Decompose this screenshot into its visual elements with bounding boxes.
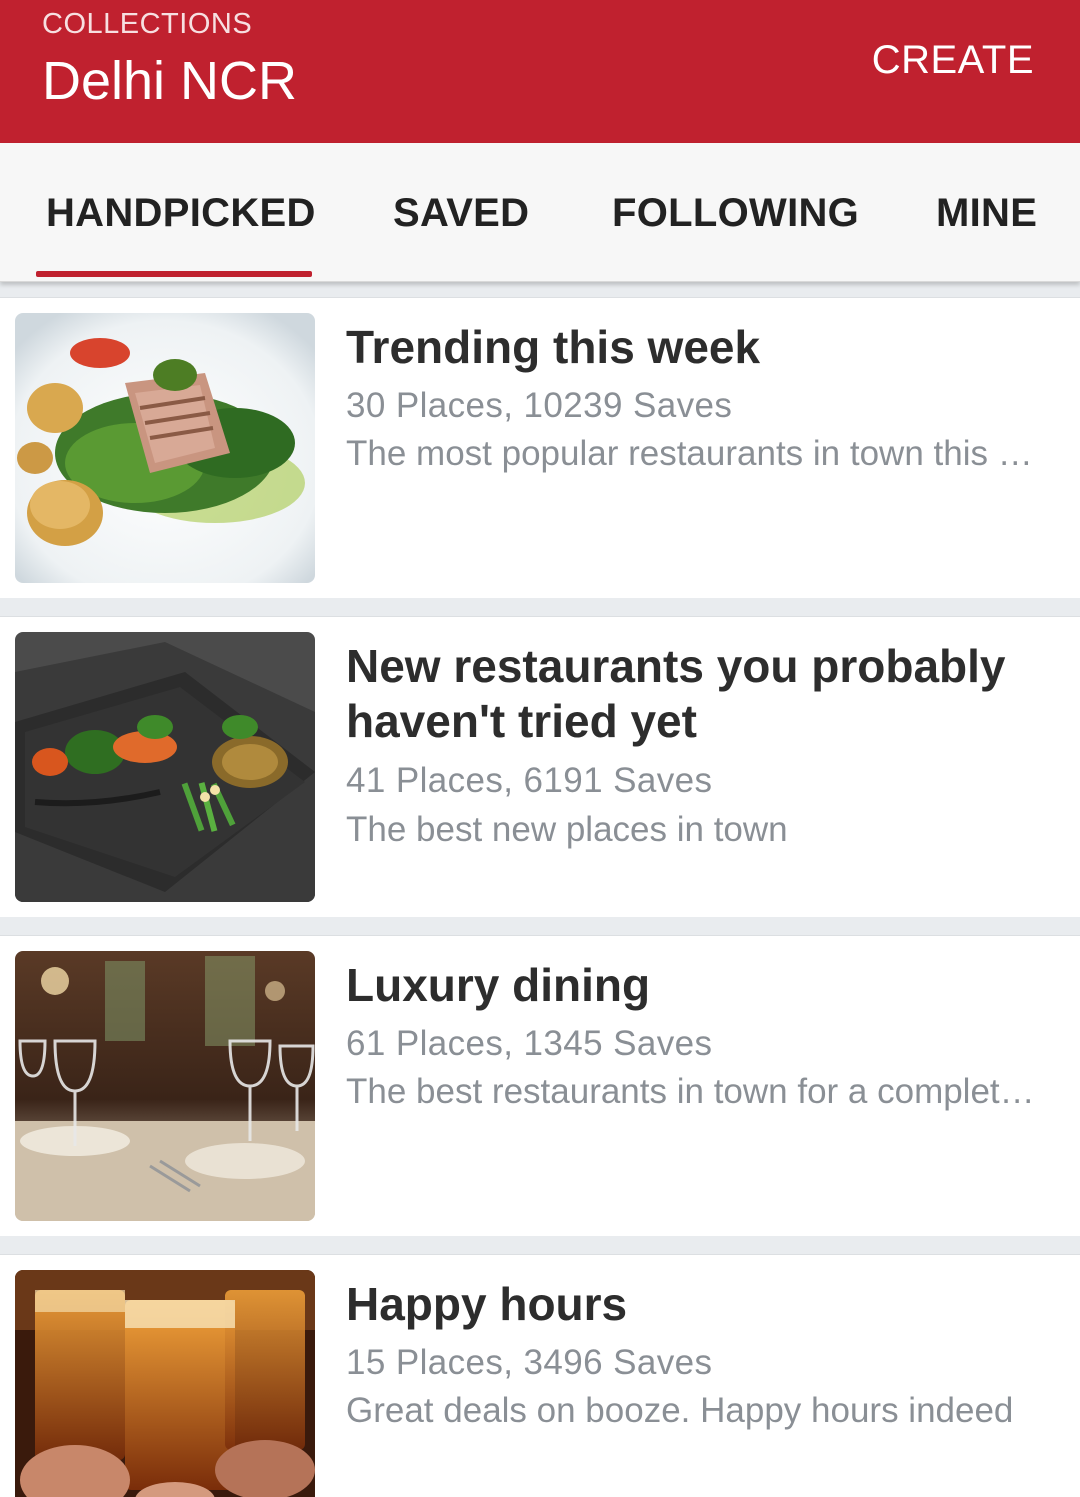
collection-stats: 61 Places, 1345 Saves xyxy=(346,1024,713,1063)
collection-thumbnail xyxy=(15,1270,315,1497)
collection-thumbnail xyxy=(15,313,315,583)
collection-card-happy-hours[interactable]: Happy hours 15 Places, 3496 Saves Great … xyxy=(0,1254,1080,1497)
collection-title: New restaurants you probably haven't tri… xyxy=(346,640,1006,747)
collection-stats: 15 Places, 3496 Saves xyxy=(346,1343,713,1382)
collection-description: Great deals on booze. Happy hours indeed xyxy=(346,1391,1014,1430)
collection-card-new-restaurants[interactable]: New restaurants you probably haven't tri… xyxy=(0,616,1080,917)
collection-stats: 30 Places, 10239 Saves xyxy=(346,386,733,425)
collection-title: Luxury dining xyxy=(346,959,651,1011)
collection-description: The best new places in town xyxy=(346,810,788,849)
create-button[interactable]: CREATE xyxy=(872,38,1034,83)
collection-thumbnail xyxy=(15,951,315,1221)
collection-description: The best restaurants in town for a compl… xyxy=(346,1072,1046,1111)
section-overline: COLLECTIONS xyxy=(42,8,253,40)
collection-card-luxury-dining[interactable]: Luxury dining 61 Places, 1345 Saves The … xyxy=(0,935,1080,1236)
tab-mine[interactable]: MINE xyxy=(936,191,1037,236)
tab-handpicked[interactable]: HANDPICKED xyxy=(46,191,316,236)
plated-fish-salad-photo xyxy=(15,313,315,583)
beer-glasses-cheers-photo xyxy=(15,1270,315,1497)
tab-saved[interactable]: SAVED xyxy=(393,191,529,236)
app-bar: COLLECTIONS Delhi NCR CREATE xyxy=(0,0,1080,143)
slate-plate-appetizers-photo xyxy=(15,632,315,902)
collection-description: The most popular restaurants in town thi… xyxy=(346,434,1046,473)
active-tab-indicator xyxy=(36,271,312,277)
tab-following[interactable]: FOLLOWING xyxy=(612,191,859,236)
collection-thumbnail xyxy=(15,632,315,902)
collection-card-trending[interactable]: Trending this week 30 Places, 10239 Save… xyxy=(0,297,1080,598)
collection-title: Trending this week xyxy=(346,321,761,373)
wine-glasses-table-photo xyxy=(15,951,315,1221)
tab-bar: HANDPICKED SAVED FOLLOWING MINE xyxy=(0,143,1080,282)
collection-stats: 41 Places, 6191 Saves xyxy=(346,761,713,800)
collection-title: Happy hours xyxy=(346,1278,628,1330)
city-title[interactable]: Delhi NCR xyxy=(42,50,297,112)
